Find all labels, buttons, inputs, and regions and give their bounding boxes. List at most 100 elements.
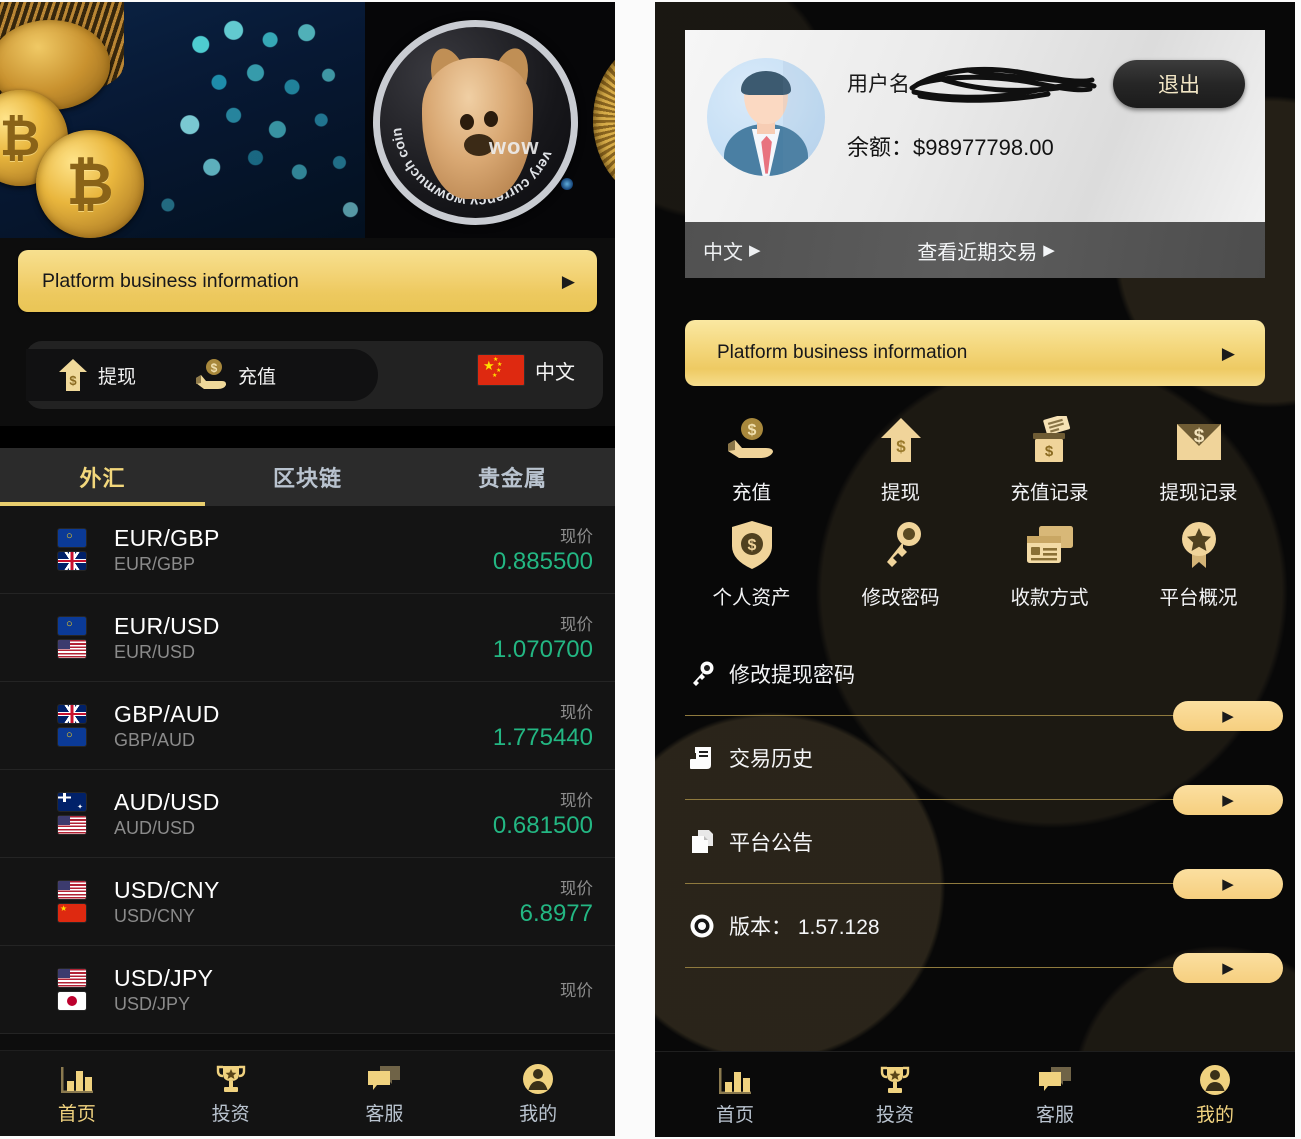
nav-item-invest[interactable]: 投资 <box>815 1062 975 1127</box>
pair-symbol: USD/CNY <box>114 876 220 903</box>
currency-flags <box>58 617 98 658</box>
language-selector[interactable]: 中文 ▶ <box>703 236 761 265</box>
deposit-box-icon: $ <box>1025 414 1075 466</box>
hand-coin-icon: $ <box>726 414 778 466</box>
grid-item-label: 充值 <box>731 482 771 504</box>
us-flag-icon <box>58 816 86 834</box>
price-label: 现价 <box>560 880 593 898</box>
nav-label: 首页 <box>715 1105 754 1126</box>
profile-content: 用户名 余额：$98977798.00 退出 中文 ▶ 查看近期交易 ▶ Pla… <box>655 30 1295 983</box>
pair-subtitle: GBP/AUD <box>114 729 196 750</box>
price-value: 6.8977 <box>519 900 593 927</box>
price-value: 1.775440 <box>492 724 593 751</box>
table-row[interactable]: EUR/USD EUR/USD 现价 1.070700 <box>0 594 615 682</box>
nav-item-home[interactable]: 首页 <box>655 1062 815 1127</box>
list-item-trade-history[interactable]: 交易历史 ▶ <box>685 716 1283 815</box>
price-label: 现价 <box>560 792 593 810</box>
pair-subtitle: USD/JPY <box>114 993 191 1014</box>
list-item-change-withdraw-password[interactable]: 修改提现密码 ▶ <box>685 632 1283 731</box>
grid-item-deposit[interactable]: $ 充值 <box>677 408 826 505</box>
pair-subtitle: AUD/USD <box>114 817 196 838</box>
currency-flags <box>58 529 98 570</box>
deposit-label: 充值 <box>238 366 277 388</box>
nav-label: 首页 <box>57 1104 96 1125</box>
pair-symbol: GBP/AUD <box>114 700 220 727</box>
price-block: 现价 0.885500 <box>493 523 593 576</box>
chevron-right-icon: ▶ <box>561 271 575 291</box>
tab-forex[interactable]: 外汇 <box>0 461 205 493</box>
nav-item-home[interactable]: 首页 <box>0 1061 154 1126</box>
recent-trades-label: 查看近期交易 <box>917 241 1038 264</box>
pair-symbol: USD/JPY <box>114 964 214 991</box>
credit-card-icon <box>1025 519 1075 571</box>
pair-symbol: AUD/USD <box>114 788 220 815</box>
table-row[interactable]: AUD/USD AUD/USD 现价 0.681500 <box>0 770 615 858</box>
pair-subtitle: EUR/GBP <box>114 553 196 574</box>
chevron-right-icon[interactable]: ▶ <box>1173 953 1283 983</box>
bottom-navigation: 首页 投资 客服 我的 <box>655 1051 1295 1137</box>
documents-icon <box>685 829 719 855</box>
dogecoin-photo: very currency wowmuch coin how money so … <box>365 2 615 238</box>
withdraw-button[interactable]: $ 提现 <box>58 358 136 392</box>
tab-blockchain[interactable]: 区块链 <box>205 461 410 493</box>
logout-button[interactable]: 退出 <box>1113 60 1245 108</box>
mobile-app-panel-profile: 用户名 余额：$98977798.00 退出 中文 ▶ 查看近期交易 ▶ Pla… <box>655 2 1295 1137</box>
price-block: 现价 <box>560 977 593 1002</box>
table-row[interactable]: EUR/GBP EUR/GBP 现价 0.885500 <box>0 506 615 594</box>
jp-flag-icon <box>58 992 86 1010</box>
grid-item-withdraw[interactable]: $ 提现 <box>826 408 975 505</box>
table-row[interactable]: GBP/AUD GBP/AUD 现价 1.775440 <box>0 682 615 770</box>
list-item-label: 修改提现密码 <box>729 663 855 687</box>
table-row[interactable]: USD/CNY USD/CNY 现价 6.8977 <box>0 858 615 946</box>
svg-text:$: $ <box>896 437 906 456</box>
currency-flags <box>58 969 98 1010</box>
view-recent-trades-link[interactable]: 查看近期交易 ▶ <box>917 236 1055 265</box>
grid-item-withdraw-records[interactable]: $ 提现记录 <box>1124 408 1273 505</box>
chevron-right-icon: ▶ <box>1043 241 1055 259</box>
grid-item-payment-method[interactable]: 收款方式 <box>975 513 1124 610</box>
nav-label: 投资 <box>875 1105 914 1126</box>
platform-business-information-banner[interactable]: Platform business information ▶ <box>685 320 1265 386</box>
list-item-platform-announcement[interactable]: 平台公告 ▶ <box>685 800 1283 899</box>
list-item-version[interactable]: 版本： 1.57.128 ▶ <box>685 884 1283 983</box>
up-arrow-dollar-icon: $ <box>879 414 923 466</box>
us-flag-icon <box>58 881 86 899</box>
chat-bubbles-icon <box>1038 1062 1072 1096</box>
nav-item-support[interactable]: 客服 <box>308 1061 462 1126</box>
hero-banner-images: ₿ ₿ very currency wowmuch coin how money… <box>0 2 615 238</box>
grid-item-personal-assets[interactable]: $ 个人资产 <box>677 513 826 610</box>
deposit-button[interactable]: $ 充值 <box>194 358 276 392</box>
withdraw-label: 提现 <box>98 366 137 388</box>
doge-wow-text: wow <box>488 133 540 159</box>
table-row[interactable]: USD/JPY USD/JPY 现价 <box>0 946 615 1034</box>
nav-item-support[interactable]: 客服 <box>975 1062 1135 1127</box>
price-label: 现价 <box>560 982 593 1000</box>
up-arrow-dollar-icon: $ <box>59 359 87 391</box>
doge-eye-left <box>459 114 474 131</box>
language-selector[interactable]: ★ ★ ★ ★ ★ 中文 <box>478 355 575 385</box>
key-icon <box>878 519 924 571</box>
dogecoin-coin-icon: very currency wowmuch coin how money so … <box>373 20 578 225</box>
grid-item-deposit-records[interactable]: $ 充值记录 <box>975 408 1124 505</box>
nav-item-mine[interactable]: 我的 <box>1135 1062 1295 1127</box>
pair-names: AUD/USD AUD/USD <box>114 789 220 839</box>
chevron-right-icon: ▶ <box>749 241 761 259</box>
nav-label: 我的 <box>1195 1105 1234 1126</box>
grid-item-platform-overview[interactable]: 平台概况 <box>1124 513 1273 610</box>
us-flag-icon <box>58 640 86 658</box>
trophy-icon <box>215 1061 247 1095</box>
hand-coin-icon: $ <box>196 359 227 389</box>
list-item-label: 版本： 1.57.128 <box>729 915 880 939</box>
currency-flags <box>58 793 98 834</box>
pair-names: USD/CNY USD/CNY <box>114 877 220 927</box>
nav-label: 投资 <box>211 1104 250 1125</box>
bitcoin-bokeh-photo: ₿ ₿ <box>0 2 365 238</box>
nav-item-invest[interactable]: 投资 <box>154 1061 308 1126</box>
svg-text:$: $ <box>1193 426 1204 447</box>
tab-precious-metals[interactable]: 贵金属 <box>410 461 615 493</box>
username-label: 用户名 <box>847 73 910 96</box>
grid-item-change-password[interactable]: 修改密码 <box>826 513 975 610</box>
receipt-icon <box>685 745 719 771</box>
nav-item-mine[interactable]: 我的 <box>461 1061 615 1126</box>
platform-business-information-banner[interactable]: Platform business information ▶ <box>18 250 597 312</box>
